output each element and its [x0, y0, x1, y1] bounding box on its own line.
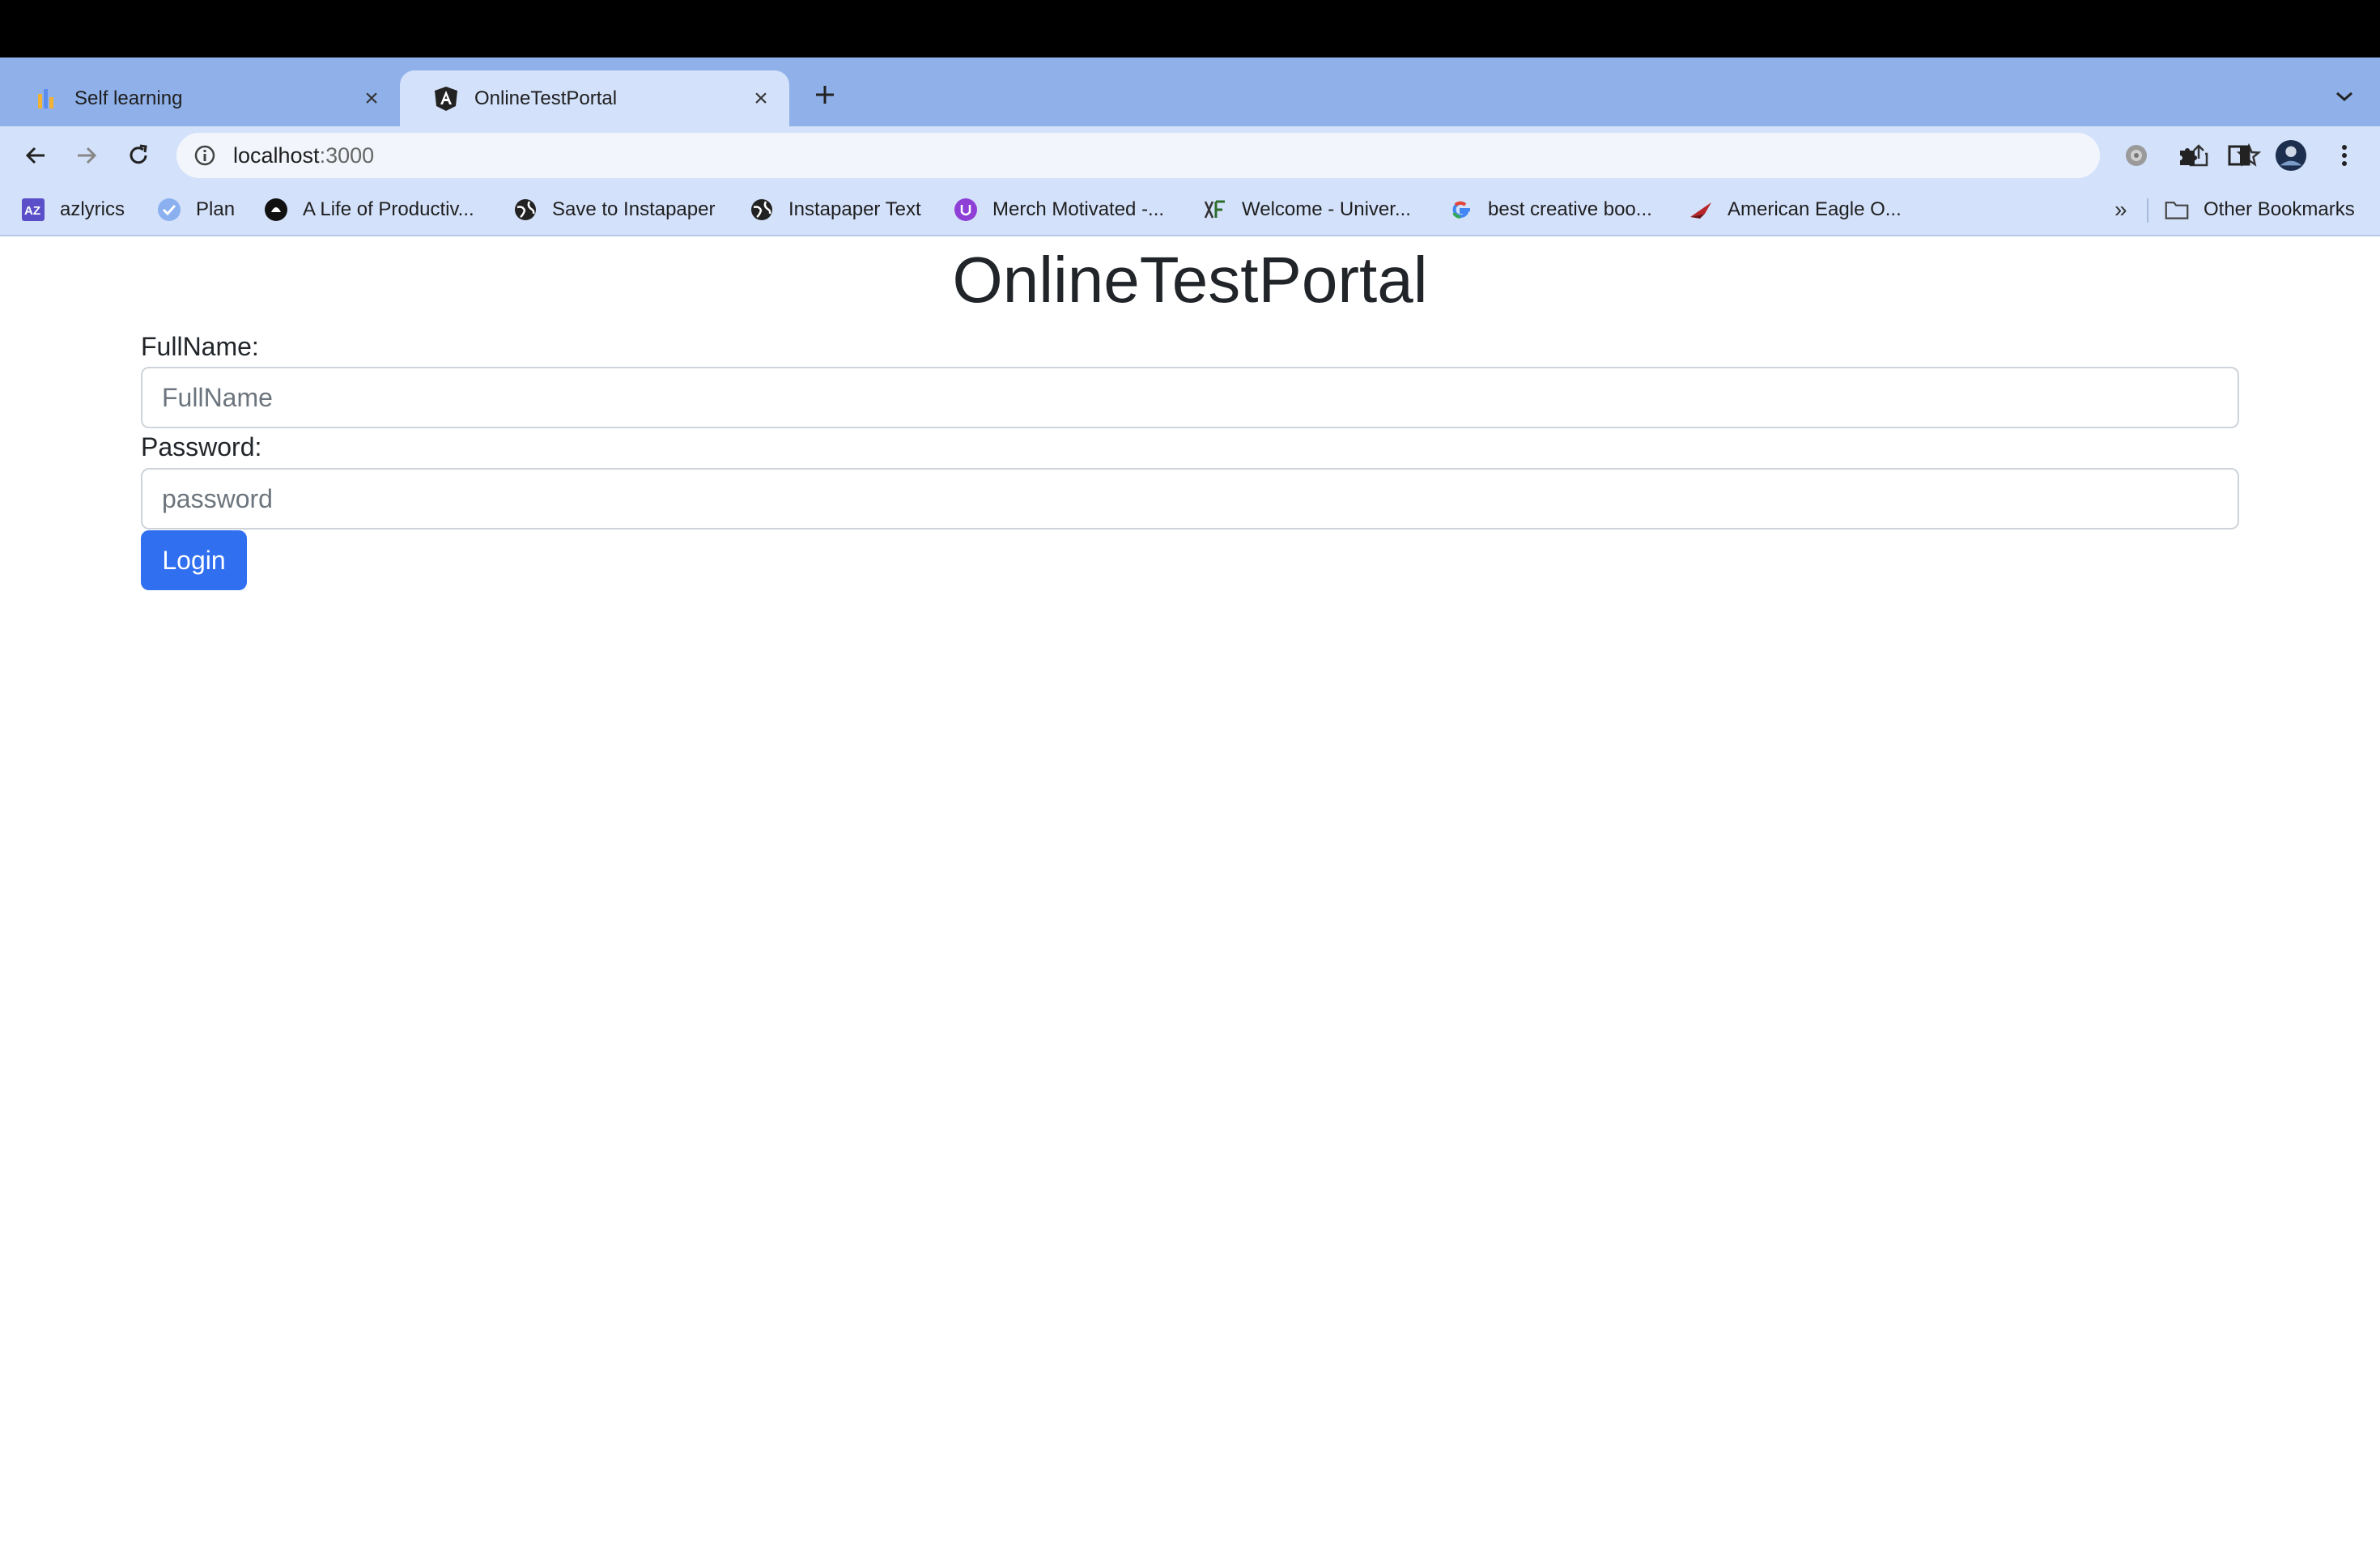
- arrow-right-icon: [78, 147, 97, 164]
- bar-chart-icon: [34, 87, 58, 111]
- bookmark-plan[interactable]: Plan: [157, 194, 235, 226]
- bookmark-best-creative-books[interactable]: best creative boo...: [1449, 194, 1652, 226]
- fullname-input[interactable]: [141, 367, 2239, 428]
- puzzle-icon[interactable]: [2172, 139, 2204, 172]
- info-icon: [194, 145, 215, 166]
- bookmark-welcome-university[interactable]: Welcome - Univer...: [1203, 194, 1411, 226]
- arrow-left-icon: [25, 147, 45, 164]
- system-top-bar: [0, 0, 2380, 57]
- bookmark-label: Plan: [196, 198, 236, 220]
- bookmark-label: Welcome - Univer...: [1242, 198, 1411, 220]
- azlyrics-icon: AZ: [21, 198, 45, 222]
- extension-gear-icon[interactable]: [2120, 139, 2153, 172]
- new-tab-button[interactable]: [809, 79, 841, 111]
- password-input[interactable]: [141, 468, 2239, 529]
- bookmark-label: American Eagle O...: [1728, 198, 1902, 220]
- folder-icon: [2165, 198, 2189, 222]
- bookmark-life-of-productivity[interactable]: A Life of Productiv...: [264, 194, 474, 226]
- university-icon: [1203, 198, 1227, 222]
- tab-search-button[interactable]: [2328, 82, 2361, 111]
- login-button[interactable]: Login: [141, 530, 247, 590]
- bookmark-label: A Life of Productiv...: [303, 198, 474, 220]
- password-label: Password:: [141, 432, 262, 461]
- fullname-label: FullName:: [141, 332, 259, 361]
- plus-icon: [816, 86, 834, 104]
- svg-text:AZ: AZ: [24, 204, 40, 218]
- globe-icon: [513, 198, 538, 222]
- profile-avatar[interactable]: [2275, 139, 2307, 172]
- bookmark-save-to-instapaper[interactable]: Save to Instapaper: [513, 194, 715, 226]
- more-vert-icon[interactable]: [2328, 139, 2361, 172]
- tab-strip: Self learning × OnlineTestPortal ×: [0, 57, 2380, 126]
- reload-icon: [130, 144, 147, 164]
- check-circle-icon: [157, 198, 181, 222]
- other-bookmarks[interactable]: Other Bookmarks: [2165, 194, 2355, 226]
- google-icon: [1449, 198, 1473, 222]
- bookmark-american-eagle[interactable]: American Eagle O...: [1689, 194, 1902, 226]
- merch-icon: [954, 198, 978, 222]
- close-icon[interactable]: ×: [359, 85, 384, 112]
- url-host: localhost: [233, 142, 320, 168]
- bookmark-label: Save to Instapaper: [552, 198, 716, 220]
- bookmark-merch-motivated[interactable]: Merch Motivated -...: [954, 194, 1164, 226]
- tab-title: Self learning: [74, 87, 183, 109]
- bookmark-label: azlyrics: [60, 198, 125, 220]
- productivity-icon: [264, 198, 288, 222]
- tab-title: OnlineTestPortal: [474, 87, 618, 109]
- chevron-down-icon: [2336, 91, 2352, 102]
- tab-self-learning[interactable]: Self learning ×: [0, 70, 400, 126]
- other-bookmarks-label: Other Bookmarks: [2204, 198, 2355, 220]
- eagle-icon: [1689, 198, 1713, 222]
- bookmarks-bar: AZ azlyrics Plan A Life of Productiv... …: [0, 184, 2380, 236]
- reload-button[interactable]: [122, 139, 155, 172]
- forward-button[interactable]: [70, 139, 103, 172]
- address-bar[interactable]: localhost:3000: [176, 133, 2261, 178]
- back-button[interactable]: [19, 139, 52, 172]
- bookmark-label: Instapaper Text: [788, 198, 921, 220]
- tab-onlinetestportal[interactable]: OnlineTestPortal ×: [400, 70, 789, 126]
- bookmark-label: best creative boo...: [1488, 198, 1652, 220]
- bookmark-label: Merch Motivated -...: [992, 198, 1165, 220]
- browser-toolbar: localhost:3000: [0, 126, 2380, 184]
- bookmark-azlyrics[interactable]: AZ azlyrics: [21, 194, 125, 226]
- more-bookmarks-button[interactable]: »: [2114, 197, 2127, 223]
- page-title: OnlineTestPortal: [952, 244, 1428, 316]
- bookmarks-divider: [2147, 198, 2148, 223]
- close-icon[interactable]: ×: [749, 85, 773, 112]
- angular-icon: [434, 86, 458, 111]
- screen: Self learning × OnlineTestPortal × local…: [0, 0, 2380, 1548]
- globe-icon: [750, 198, 774, 222]
- bookmark-instapaper-text[interactable]: Instapaper Text: [750, 194, 921, 226]
- side-panel-icon[interactable]: [2223, 139, 2255, 172]
- url-port: :3000: [319, 142, 375, 168]
